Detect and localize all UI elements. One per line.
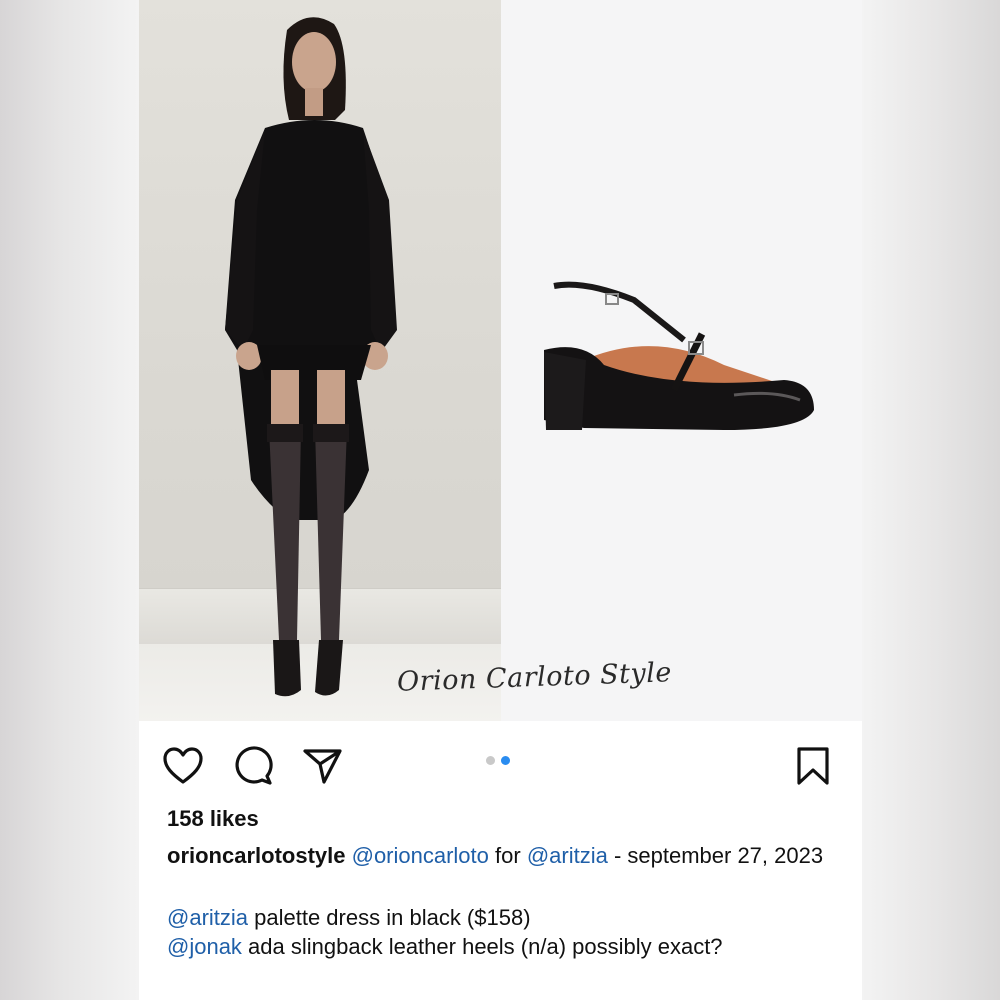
caption-username[interactable]: orioncarlotostyle — [167, 843, 345, 868]
mention-link[interactable]: @aritzia — [527, 843, 608, 868]
send-icon — [303, 749, 342, 784]
post-media-carousel[interactable]: Orion Carloto Style — [139, 0, 862, 721]
caption-text: palette dress in black ($158) — [248, 905, 531, 930]
post-caption: orioncarlotostyle @orioncarloto for @ari… — [167, 841, 837, 961]
save-button[interactable] — [791, 744, 835, 788]
share-button[interactable] — [301, 744, 345, 788]
mention-link[interactable]: @aritzia — [167, 905, 248, 930]
comment-icon — [235, 746, 273, 785]
caption-first-line: orioncarlotostyle @orioncarloto for @ari… — [167, 841, 837, 870]
comment-button[interactable] — [231, 744, 275, 788]
slingback-heel-illustration — [544, 281, 814, 430]
carousel-dot-1 — [486, 756, 495, 765]
caption-item-dress: @aritzia palette dress in black ($158) — [167, 903, 837, 932]
bookmark-icon — [797, 747, 829, 785]
caption-item-heels: @jonak ada slingback leather heels (n/a)… — [167, 932, 837, 961]
caption-text: for — [488, 843, 527, 868]
model-figure — [225, 17, 397, 697]
caption-text: - september 27, 2023 — [607, 843, 824, 868]
screenshot-frame: Orion Carloto Style 158 likes orioncarlo… — [0, 0, 1000, 1000]
like-button[interactable] — [161, 744, 205, 788]
caption-text: ada slingback leather heels (n/a) possib… — [241, 934, 723, 959]
instagram-post: Orion Carloto Style 158 likes orioncarlo… — [139, 0, 862, 1000]
mention-link[interactable]: @jonak — [167, 934, 242, 959]
post-action-bar — [139, 740, 862, 790]
mention-link[interactable]: @orioncarloto — [352, 843, 489, 868]
carousel-dot-2-active — [501, 756, 510, 765]
outfit-photo — [139, 0, 501, 721]
heart-icon — [163, 747, 203, 784]
like-count[interactable]: 158 likes — [167, 806, 259, 832]
carousel-indicator — [486, 756, 510, 765]
